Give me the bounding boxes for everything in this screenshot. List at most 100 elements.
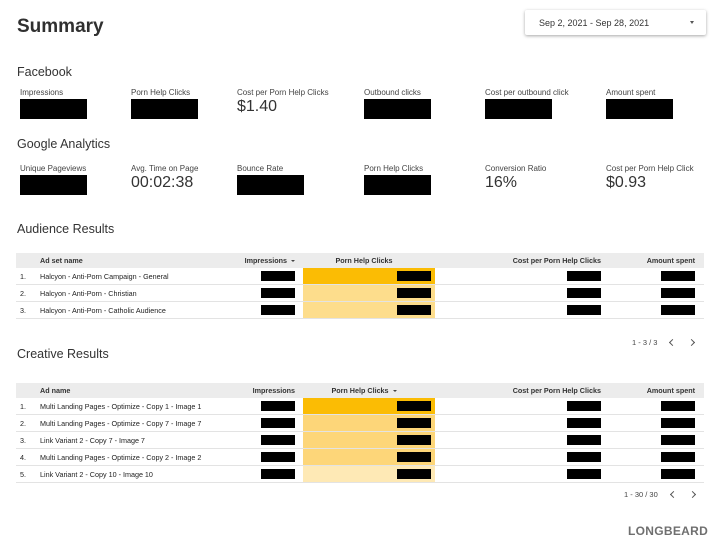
table-row[interactable]: 2. Halcyon - Anti-Porn - Christian <box>16 285 704 302</box>
date-range-text: Sep 2, 2021 - Sep 28, 2021 <box>539 18 650 28</box>
redacted-value <box>261 305 295 315</box>
value-cell <box>436 415 601 431</box>
value-cell <box>607 398 695 414</box>
table-row[interactable]: 1. Halcyon - Anti-Porn Campaign - General <box>16 268 704 285</box>
redacted-value <box>261 401 295 411</box>
next-page-button[interactable] <box>687 337 697 347</box>
redacted-value <box>567 418 601 428</box>
table-row[interactable]: 3. Halcyon - Anti-Porn - Catholic Audienc… <box>16 302 704 319</box>
value-cell <box>230 302 295 318</box>
redacted-value <box>261 271 295 281</box>
redacted-value <box>661 271 695 281</box>
pagination-range: 1 - 30 / 30 <box>624 489 658 499</box>
redacted-value <box>397 401 431 411</box>
metric-card: Bounce Rate <box>237 164 304 195</box>
redacted-value <box>261 452 295 462</box>
redacted-value <box>397 288 431 298</box>
column-header[interactable]: Cost per Porn Help Clicks <box>436 383 601 398</box>
table-row[interactable]: 4. Multi Landing Pages - Optimize - Copy … <box>16 449 704 466</box>
redacted-value <box>661 469 695 479</box>
sort-desc-icon <box>392 389 397 392</box>
redacted-value <box>364 175 431 195</box>
redacted-value <box>567 452 601 462</box>
redacted-value <box>397 469 431 479</box>
heatmap-cell <box>303 432 435 448</box>
facebook-section-title: Facebook <box>17 65 72 79</box>
row-index: 2. <box>20 288 26 298</box>
metric-label: Cost per Porn Help Clicks <box>237 88 329 97</box>
metric-card: Unique Pageviews <box>20 164 87 195</box>
row-index: 5. <box>20 469 26 479</box>
metric-label: Unique Pageviews <box>20 164 87 173</box>
column-header-label: Cost per Porn Help Clicks <box>512 256 601 265</box>
column-header-label: Impressions <box>252 386 295 395</box>
metric-card: Impressions <box>20 88 87 119</box>
metric-label: Outbound clicks <box>364 88 421 97</box>
row-name: Halcyon - Anti-Porn Campaign - General <box>40 271 169 281</box>
table-row[interactable]: 1. Multi Landing Pages - Optimize - Copy … <box>16 398 704 415</box>
value-cell <box>607 302 695 318</box>
row-name: Multi Landing Pages - Optimize - Copy 7 … <box>40 418 202 428</box>
row-index: 4. <box>20 452 26 462</box>
metric-card: Cost per Porn Help Click $0.93 <box>606 164 694 192</box>
heatmap-cell <box>303 398 435 414</box>
redacted-value <box>20 175 87 195</box>
value-cell <box>607 466 695 482</box>
heatmap-cell <box>303 449 435 465</box>
heatmap-cell <box>303 302 435 318</box>
date-range-picker[interactable]: Sep 2, 2021 - Sep 28, 2021 <box>525 10 706 35</box>
column-header-label: Ad set name <box>40 256 83 265</box>
value-cell <box>230 268 295 284</box>
row-name: Halcyon - Anti-Porn - Christian <box>40 288 137 298</box>
column-header[interactable]: Amount spent <box>607 253 695 268</box>
value-cell <box>436 449 601 465</box>
metric-label: Porn Help Clicks <box>131 88 191 97</box>
column-header[interactable]: Impressions <box>230 253 295 268</box>
redacted-value <box>261 469 295 479</box>
redacted-value <box>261 435 295 445</box>
prev-page-button[interactable] <box>667 337 677 347</box>
metric-value: 16% <box>485 174 518 191</box>
table-row[interactable]: 2. Multi Landing Pages - Optimize - Copy … <box>16 415 704 432</box>
next-page-button[interactable] <box>688 489 698 499</box>
redacted-value <box>661 305 695 315</box>
row-name: Multi Landing Pages - Optimize - Copy 2 … <box>40 452 202 462</box>
table-row[interactable]: 5. Link Variant 2 - Copy 10 - Image 10 <box>16 466 704 483</box>
row-index: 3. <box>20 305 26 315</box>
column-header[interactable]: Amount spent <box>607 383 695 398</box>
column-header[interactable]: Porn Help Clicks <box>303 253 425 268</box>
column-header-label: Impressions <box>244 256 287 265</box>
redacted-value <box>261 418 295 428</box>
column-header[interactable]: Ad set name <box>40 253 225 268</box>
column-header[interactable]: Porn Help Clicks <box>303 383 425 398</box>
redacted-value <box>567 288 601 298</box>
column-header-label: Cost per Porn Help Clicks <box>512 386 601 395</box>
row-index: 2. <box>20 418 26 428</box>
metric-label: Cost per Porn Help Click <box>606 164 694 173</box>
metric-card: Amount spent <box>606 88 673 119</box>
table-header: Ad name Impressions Porn Help Clicks Cost p… <box>16 383 704 398</box>
heatmap-cell <box>303 415 435 431</box>
metric-label: Impressions <box>20 88 64 97</box>
value-cell <box>436 466 601 482</box>
metric-value: $0.93 <box>606 174 647 191</box>
value-cell <box>436 432 601 448</box>
value-cell <box>607 268 695 284</box>
column-header-label: Amount spent <box>646 256 695 265</box>
longbeard-logo: LONGBEARD <box>628 524 709 538</box>
metric-value: $1.40 <box>237 98 278 115</box>
value-cell <box>230 285 295 301</box>
column-header[interactable]: Impressions <box>230 383 295 398</box>
column-header[interactable]: Ad name <box>40 383 225 398</box>
metric-label: Amount spent <box>606 88 656 97</box>
prev-page-button[interactable] <box>668 489 678 499</box>
redacted-value <box>397 452 431 462</box>
row-index: 3. <box>20 435 26 445</box>
metric-value: 00:02:38 <box>131 174 194 191</box>
column-header[interactable]: Cost per Porn Help Clicks <box>436 253 601 268</box>
table-row[interactable]: 3. Link Variant 2 - Copy 7 - Image 7 <box>16 432 704 449</box>
metric-label: Porn Help Clicks <box>364 164 424 173</box>
value-cell <box>230 398 295 414</box>
row-name: Link Variant 2 - Copy 10 - Image 10 <box>40 469 153 479</box>
audience-pagination: 1 - 3 / 3 <box>632 337 697 347</box>
